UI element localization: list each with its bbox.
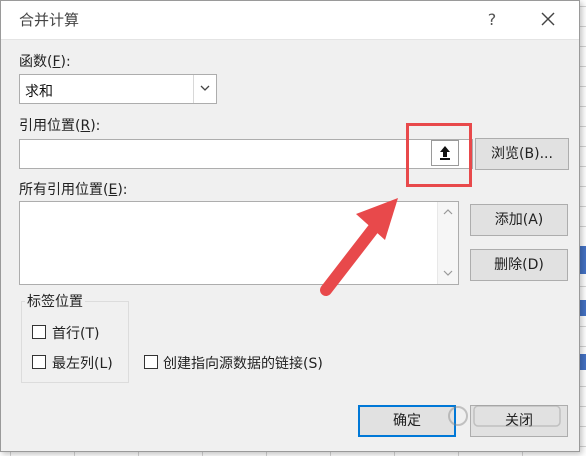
function-label: 函数(F):	[19, 54, 71, 70]
close-button[interactable]: 关闭	[470, 405, 568, 437]
chevron-down-icon	[200, 85, 210, 91]
left-column-label[interactable]: 最左列(L)	[52, 353, 113, 373]
ok-button[interactable]: 确定	[358, 405, 456, 437]
add-button[interactable]: 添加(A)	[470, 204, 568, 236]
all-references-list[interactable]	[19, 201, 459, 285]
all-references-label: 所有引用位置(E):	[19, 182, 128, 198]
left-column-checkbox[interactable]	[32, 355, 46, 369]
collapse-dialog-icon	[440, 146, 450, 160]
help-button[interactable]: ?	[479, 7, 505, 33]
consolidate-dialog: 合并计算 ? 函数(F): 求和 引用位置(R): 浏览(B)... 所有引用位…	[0, 0, 580, 452]
label-position-group-title: 标签位置	[25, 291, 85, 311]
browse-button[interactable]: 浏览(B)...	[475, 138, 569, 170]
delete-button[interactable]: 删除(D)	[470, 249, 568, 281]
first-row-checkbox[interactable]	[32, 325, 46, 339]
function-selected-value: 求和	[25, 84, 53, 100]
create-links-checkbox[interactable]	[144, 355, 158, 369]
dialog-title: 合并计算	[19, 11, 80, 29]
first-row-label[interactable]: 首行(T)	[52, 323, 99, 343]
scroll-up-button[interactable]	[438, 204, 458, 220]
close-window-button[interactable]	[533, 7, 563, 33]
chevron-down-icon	[443, 270, 453, 276]
close-icon	[541, 12, 555, 26]
list-scrollbar[interactable]	[437, 202, 458, 284]
reference-input[interactable]	[19, 139, 473, 169]
collapse-dialog-button[interactable]	[431, 140, 459, 166]
reference-label: 引用位置(R):	[19, 118, 101, 134]
function-select[interactable]: 求和	[19, 74, 217, 104]
chevron-up-icon	[443, 209, 453, 215]
dropdown-arrow[interactable]	[193, 75, 216, 103]
scroll-down-button[interactable]	[438, 266, 458, 282]
title-bar: 合并计算 ?	[1, 1, 579, 40]
create-links-label[interactable]: 创建指向源数据的链接(S)	[163, 353, 323, 373]
